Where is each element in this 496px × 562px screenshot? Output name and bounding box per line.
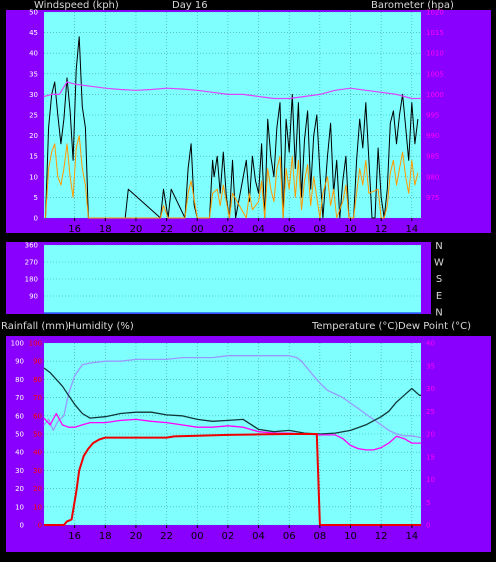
wind-ytick-label: 25	[29, 112, 38, 120]
temperature-axis-label: Temperature (°C)	[312, 321, 399, 332]
barometer-ytick-label: 975	[426, 194, 439, 202]
climate-xtick-label: 16	[68, 531, 81, 542]
wind-xtick-label: 12	[375, 224, 388, 235]
climate-xtick-label: 22	[160, 531, 173, 542]
wind-xtick-label: 02	[222, 224, 235, 235]
barometer-ytick-label: 1000	[426, 91, 444, 99]
humidity-ytick-label: 30	[15, 467, 24, 475]
climate-xtick-label: 02	[222, 531, 235, 542]
temperature-ytick-label: 30	[426, 385, 435, 393]
compass-label-n: N	[435, 241, 442, 252]
wind-axis-label: Windspeed (kph)	[34, 0, 119, 11]
wind-plot-area	[44, 12, 421, 218]
compass-label-s: S	[436, 274, 442, 285]
wind-ytick-label: 20	[29, 132, 38, 140]
wind-xtick-label: 10	[344, 224, 357, 235]
dewpoint-axis-label: Dew Point (°C)	[398, 321, 472, 332]
temperature-ytick-label: 40	[426, 340, 435, 348]
wind-xtick-label: 14	[405, 224, 418, 235]
wind-ytick-label: 10	[29, 173, 38, 181]
climate-xtick-label: 20	[130, 531, 143, 542]
humidity-ytick-label: 0	[20, 522, 24, 530]
compass-label-e: E	[436, 291, 442, 302]
rainfall-ytick-label: 50	[33, 431, 42, 439]
compass-label-w: W	[434, 258, 444, 269]
direction-ytick-label: 90	[29, 293, 38, 301]
wind-ytick-label: 0	[34, 215, 38, 223]
weather-chart-window: 0 5 10 15 20 25 30 35 40 45 50 975 980 985 990 995 1000 1…	[0, 0, 496, 558]
climate-xtick-label: 06	[283, 531, 296, 542]
wind-xtick-label: 16	[68, 224, 81, 235]
rainfall-axis-label: Rainfall (mm)	[1, 321, 69, 332]
climate-xtick-label: 08	[313, 531, 326, 542]
barometer-ytick-label: 980	[426, 173, 439, 181]
chart-canvas: 0510152025303540455097598098599099510001…	[6, 9, 491, 552]
barometer-axis-label: Barometer (hpa)	[371, 0, 454, 11]
rainfall-ytick-label: 70	[33, 394, 42, 402]
wind-ytick-label: 45	[29, 29, 38, 37]
wind-xtick-label: 04	[252, 224, 265, 235]
humidity-ytick-label: 100	[11, 340, 24, 348]
direction-ytick-label: 270	[25, 259, 38, 267]
rainfall-ytick-label: 60	[33, 412, 42, 420]
humidity-ytick-label: 10	[15, 503, 24, 511]
humidity-axis-label: Humidity (%)	[68, 321, 134, 332]
barometer-ytick-label: 1010	[426, 50, 444, 58]
climate-xtick-label: 14	[405, 531, 418, 542]
wind-ytick-label: 15	[29, 153, 38, 161]
barometer-ytick-label: 985	[426, 153, 439, 161]
wind-ytick-label: 40	[29, 50, 38, 58]
humidity-ytick-label: 70	[15, 394, 24, 402]
barometer-ytick-label: 1005	[426, 70, 444, 78]
humidity-ytick-label: 20	[15, 485, 24, 493]
wind-ytick-label: 5	[34, 194, 38, 202]
humidity-ytick-label: 80	[15, 376, 24, 384]
direction-ytick-label: 180	[25, 276, 38, 284]
climate-xtick-label: 00	[191, 531, 204, 542]
climate-xtick-label: 10	[344, 531, 357, 542]
wind-xtick-label: 18	[99, 224, 112, 235]
wind-xtick-label: 00	[191, 224, 204, 235]
direction-plot-area	[44, 245, 421, 313]
rainfall-ytick-label: 40	[33, 449, 42, 457]
temperature-ytick-label: 25	[426, 408, 435, 416]
wind-xtick-label: 06	[283, 224, 296, 235]
wind-xtick-label: 22	[160, 224, 173, 235]
humidity-ytick-label: 60	[15, 412, 24, 420]
rainfall-ytick-label: 0	[38, 522, 42, 530]
rainfall-ytick-label: 90	[33, 358, 42, 366]
temperature-ytick-label: 15	[426, 453, 435, 461]
barometer-ytick-label: 995	[426, 112, 439, 120]
rainfall-ytick-label: 100	[29, 340, 42, 348]
day-title: Day 16	[172, 0, 208, 11]
temperature-ytick-label: 35	[426, 362, 435, 370]
direction-ytick-label: 360	[25, 242, 38, 250]
rainfall-ytick-label: 30	[33, 467, 42, 475]
climate-xtick-label: 12	[375, 531, 388, 542]
wind-xtick-label: 08	[313, 224, 326, 235]
compass-label-n: N	[435, 307, 442, 318]
barometer-ytick-label: 990	[426, 132, 439, 140]
humidity-ytick-label: 50	[15, 431, 24, 439]
temperature-ytick-label: 0	[426, 522, 430, 530]
climate-xtick-label: 18	[99, 531, 112, 542]
wind-xtick-label: 20	[130, 224, 143, 235]
climate-xtick-label: 04	[252, 531, 265, 542]
temperature-ytick-label: 5	[426, 499, 430, 507]
rainfall-ytick-label: 80	[33, 376, 42, 384]
wind-ytick-label: 30	[29, 91, 38, 99]
humidity-ytick-label: 90	[15, 358, 24, 366]
rainfall-ytick-label: 10	[33, 503, 42, 511]
temperature-ytick-label: 20	[426, 431, 435, 439]
barometer-ytick-label: 1015	[426, 29, 444, 37]
humidity-ytick-label: 40	[15, 449, 24, 457]
wind-ytick-label: 35	[29, 70, 38, 78]
rainfall-ytick-label: 20	[33, 485, 42, 493]
temperature-ytick-label: 10	[426, 476, 435, 484]
